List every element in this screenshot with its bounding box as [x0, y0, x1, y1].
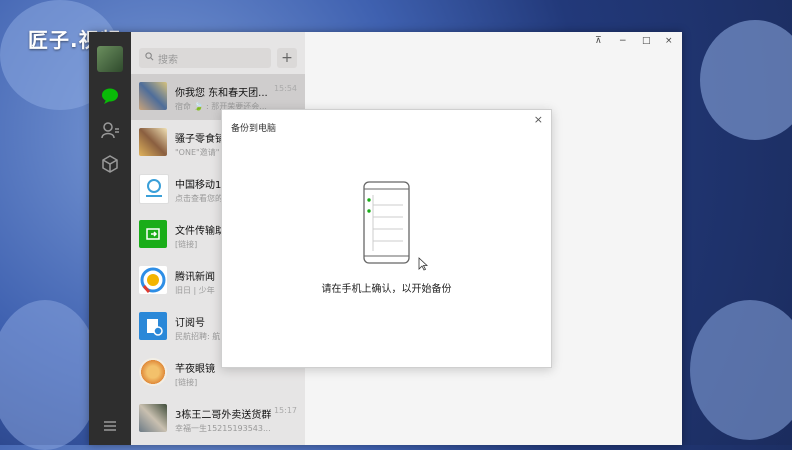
menu-icon[interactable] — [100, 416, 120, 436]
search-placeholder: 搜索 — [158, 54, 178, 66]
chat-preview: 民航招聘: 航 — [175, 332, 221, 341]
chat-name: 3栋王二哥外卖送货群 — [175, 410, 272, 421]
mouse-cursor-icon — [418, 257, 428, 271]
search-input[interactable]: 搜索 — [139, 48, 271, 68]
chat-preview: [链接] — [175, 378, 198, 387]
chat-item[interactable]: 3栋王二哥外卖送货群 幸福一生15215193543... 15:17 — [131, 396, 305, 442]
chat-preview: "ONE"邀请" — [175, 148, 220, 157]
chat-name: 腾讯新闻 — [175, 272, 215, 283]
group-avatar — [139, 82, 167, 110]
group-avatar — [139, 128, 167, 156]
contact-avatar — [139, 358, 167, 386]
chat-name: 中国移动10 — [175, 180, 228, 191]
add-button[interactable]: + — [277, 48, 297, 68]
chat-name: 你我您 东和春天团... — [175, 88, 268, 99]
chat-time: 15:54 — [273, 84, 297, 93]
dialog-close-button[interactable]: × — [534, 113, 543, 126]
avatar[interactable] — [97, 46, 123, 72]
dialog-message: 请在手机上确认，以开始备份 — [321, 284, 452, 295]
group-avatar — [139, 404, 167, 432]
chat-name: 订阅号 — [175, 318, 205, 329]
chat-name: 芊夜眼镜 — [175, 364, 215, 375]
chat-time: 15:17 — [273, 406, 297, 415]
subscriptions-icon — [139, 312, 167, 340]
chat-name: 文件传输助 — [175, 226, 225, 237]
chat-preview: 旧日 | 少年 — [175, 286, 215, 295]
dialog-title: 备份到电脑 — [231, 124, 277, 134]
chat-icon[interactable] — [100, 86, 120, 106]
minimize-button[interactable]: − — [619, 36, 627, 46]
pin-button[interactable]: ⊼ — [595, 36, 602, 46]
nav-sidebar — [89, 32, 131, 445]
chat-preview: [链接] — [175, 240, 198, 249]
search-icon — [145, 52, 154, 64]
tencent-news-logo — [139, 266, 167, 294]
close-window-button[interactable]: × — [665, 36, 673, 46]
favorites-cube-icon[interactable] — [100, 154, 120, 174]
phone-icon — [363, 181, 410, 264]
chat-preview: 幸福一生15215193543... — [175, 424, 271, 433]
maximize-button[interactable]: □ — [642, 36, 651, 46]
file-transfer-icon — [139, 220, 167, 248]
china-mobile-logo — [139, 174, 169, 204]
chat-name: 骚子零食铺 — [175, 134, 225, 145]
chat-preview: 点击查看您的 — [175, 194, 223, 203]
contacts-icon[interactable] — [100, 120, 120, 140]
backup-dialog: 备份到电脑 × 请在手机上确认，以开始备份 — [221, 109, 552, 368]
